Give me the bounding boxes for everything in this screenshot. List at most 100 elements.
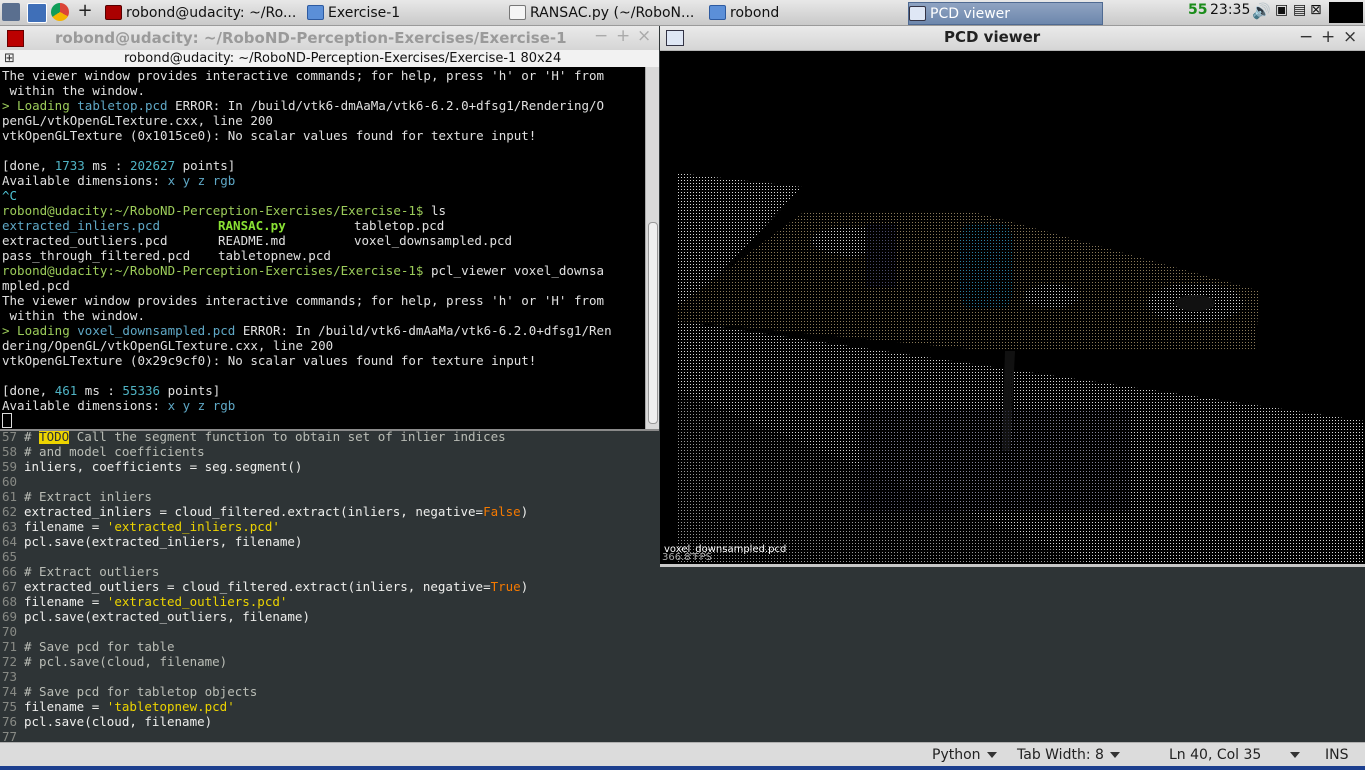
terminal-line: tabletop.pcd [354, 218, 445, 233]
code-editor[interactable]: 57 # TODO Call the segment function to ob… [0, 429, 659, 744]
terminal-window-title: robond@udacity: ~/RoboND-Perception-Exer… [55, 29, 567, 47]
terminal-line: RANSAC.py [218, 218, 286, 233]
code-line: 63 filename = 'extracted_inliers.pcd' [2, 519, 280, 534]
code-line: 62 extracted_inliers = cloud_filtered.ext… [2, 504, 529, 519]
insert-mode: INS [1325, 747, 1349, 763]
top-panel: + robond@udacity: ~/Ro... Exercise-1 RAN… [0, 0, 1365, 26]
task-ransac-editor[interactable]: RANSAC.py (~/RoboN... [509, 2, 704, 23]
text-editor-icon [509, 5, 526, 20]
minimize-icon[interactable]: − [1299, 27, 1313, 47]
point-cloud-render [678, 173, 1365, 564]
maximize-icon[interactable]: + [616, 26, 630, 46]
terminal-line: vtkOpenGLTexture (0x1015ce0): No scalar … [2, 128, 537, 143]
task-pcd-viewer[interactable]: PCD viewer [908, 2, 1103, 25]
code-line: 61 # Extract inliers [2, 489, 152, 504]
dish-object [1024, 284, 1080, 308]
terminal-line: tabletopnew.pcd [218, 248, 331, 263]
code-line: 59 inliers, coefficients = seg.segment() [2, 459, 303, 474]
task-robond-folder[interactable]: robond [709, 2, 904, 23]
fps-label: 366.8 FPS [662, 552, 712, 563]
terminal-line: vtkOpenGLTexture (0x29c9cf0): No scalar … [2, 353, 537, 368]
tab-width-selector[interactable]: Tab Width: 8 [1017, 747, 1120, 763]
code-line: 73 [2, 669, 18, 684]
chevron-down-icon [1109, 752, 1120, 758]
code-line: 65 [2, 549, 18, 564]
code-line: 76 pcl.save(cloud, filename) [2, 714, 213, 729]
code-line: 71 # Save pcd for table [2, 639, 175, 654]
code-line: 58 # and model coefficients [2, 444, 205, 459]
volume-icon[interactable]: 🔊 [1252, 2, 1271, 20]
terminal-output[interactable]: The viewer window provides interactive c… [0, 67, 645, 429]
terminal-titlebar[interactable]: robond@udacity: ~/RoboND-Perception-Exer… [0, 26, 659, 51]
terminal-line: penGL/vtkOpenGLTexture.cxx, line 200 [2, 113, 273, 128]
floor-shadow [860, 411, 1130, 511]
chevron-down-icon [986, 752, 997, 758]
folder-icon [709, 5, 726, 20]
terminal-line: [done, 1733 ms : 202627 points] [2, 158, 236, 173]
add-launcher-icon[interactable]: + [76, 2, 94, 21]
terminal-line: extracted_outliers.pcd [2, 233, 168, 248]
grid-menu-icon[interactable]: ⊞ [4, 51, 15, 66]
network-icon[interactable]: ▤ [1293, 2, 1306, 18]
clock[interactable]: 23:35 [1210, 2, 1250, 18]
terminal-line: Available dimensions: x y z rgb [2, 398, 236, 413]
bottom-edge [0, 766, 1365, 770]
terminal-line: robond@udacity:~/RoboND-Perception-Exerc… [2, 203, 447, 218]
terminal-line: The viewer window provides interactive c… [2, 68, 605, 83]
show-desktop-icon[interactable] [2, 3, 20, 21]
code-line: 74 # Save pcd for tabletop objects [2, 684, 258, 699]
terminal-scrollbar[interactable] [645, 67, 659, 429]
terminal-scrollbar-thumb[interactable] [648, 222, 658, 424]
task-terminal[interactable]: robond@udacity: ~/Ro... [105, 2, 303, 23]
terminal-line: ^C [2, 188, 18, 203]
terminal-line: The viewer window provides interactive c… [2, 293, 605, 308]
code-line: 70 [2, 624, 18, 639]
terminal-line: within the window. [2, 83, 145, 98]
point-cloud-canvas[interactable]: voxel_downsampled.pcd 366.8 FPS [660, 51, 1365, 564]
task-exercise-folder[interactable]: Exercise-1 [307, 2, 504, 23]
code-line: 64 pcl.save(extracted_inliers, filename) [2, 534, 303, 549]
terminal-line: dering/OpenGL/vtkOpenGLTexture.cxx, line… [2, 338, 334, 353]
file-manager-icon[interactable] [27, 3, 47, 23]
code-line: 67 extracted_outliers = cloud_filtered.ex… [2, 579, 529, 594]
position-menu[interactable] [1284, 747, 1300, 763]
right-bowl-inner [1175, 295, 1215, 311]
code-line: 68 filename = 'extracted_outliers.pcd' [2, 594, 288, 609]
code-line: 57 # TODO Call the segment function to ob… [2, 429, 506, 444]
terminal-line: Available dimensions: x y z rgb [2, 173, 236, 188]
editor-statusbar: Python Tab Width: 8 Ln 40, Col 35 INS [0, 742, 1365, 767]
battery-count: 55 [1188, 2, 1208, 18]
can-object [865, 223, 895, 288]
code-line: 69 pcl.save(extracted_outliers, filename) [2, 609, 310, 624]
terminal-line: pass_through_filtered.pcd [2, 248, 191, 263]
language-selector[interactable]: Python [932, 747, 997, 763]
minimize-icon[interactable]: − [594, 26, 608, 46]
system-tray-box[interactable] [1329, 2, 1363, 23]
terminal-line: README.md [218, 233, 286, 248]
terminal-subtitle-bar: ⊞ robond@udacity: ~/RoboND-Perception-Ex… [0, 50, 659, 68]
maximize-icon[interactable]: + [1321, 27, 1335, 47]
battery-icon[interactable]: ▣ [1275, 2, 1288, 18]
terminal-line: within the window. [2, 308, 145, 323]
code-line: 72 # pcl.save(cloud, filename) [2, 654, 228, 669]
terminal-line: > Loading voxel_downsampled.pcd ERROR: I… [2, 323, 612, 338]
code-line: 75 filename = 'tabletopnew.pcd' [2, 699, 235, 714]
terminal-line: voxel_downsampled.pcd [354, 233, 513, 248]
close-icon[interactable]: × [637, 26, 651, 46]
folder-icon [307, 5, 324, 20]
terminal-line: extracted_inliers.pcd [2, 218, 161, 233]
cursor-position: Ln 40, Col 35 [1169, 747, 1262, 763]
terminal-icon [105, 5, 122, 20]
terminal-line: mpled.pcd [2, 278, 70, 293]
blue-bottle-object [960, 223, 1012, 309]
chevron-down-icon [1290, 752, 1300, 758]
pcd-viewer-title: PCD viewer [944, 28, 1041, 46]
window-icon [909, 6, 926, 21]
close-icon[interactable]: × [1343, 27, 1357, 47]
window-icon [666, 30, 684, 46]
code-line: 60 [2, 474, 18, 489]
terminal-line: [done, 461 ms : 55336 points] [2, 383, 221, 398]
chrome-icon[interactable] [51, 3, 69, 21]
network-disconnected-icon[interactable]: ⊠ [1310, 2, 1322, 18]
terminal-icon [7, 30, 24, 47]
